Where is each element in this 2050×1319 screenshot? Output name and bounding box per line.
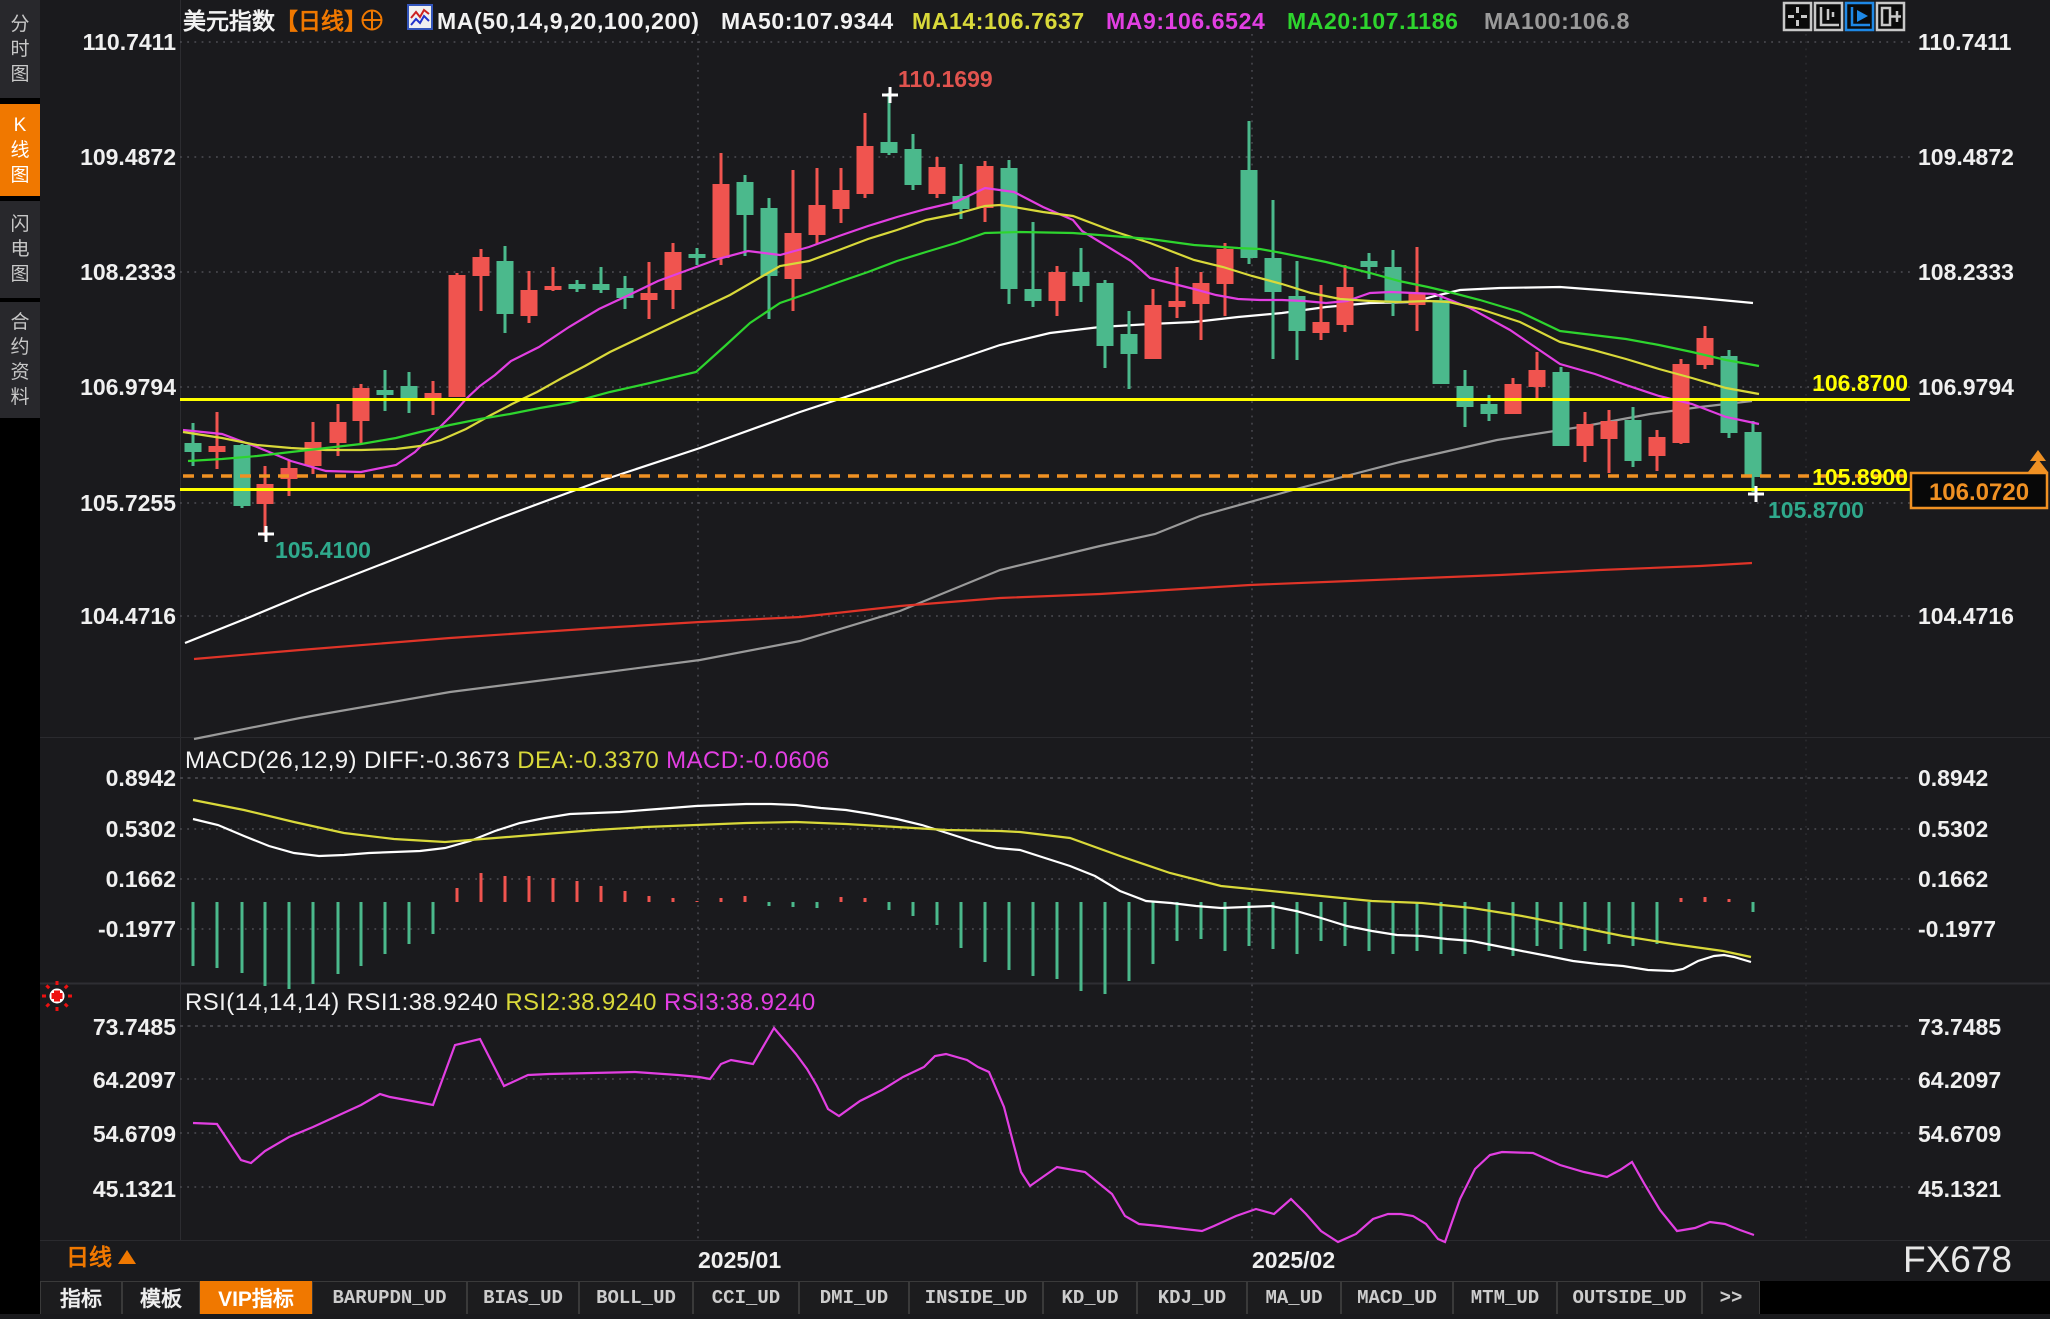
svg-text:106.9794: 106.9794 [80,374,176,400]
svg-text:日线: 日线 [66,1244,112,1270]
svg-text:109.4872: 109.4872 [1918,144,2014,170]
svg-text:54.6709: 54.6709 [93,1121,176,1147]
svg-text:64.2097: 64.2097 [1918,1067,2001,1093]
svg-text:MA14:106.7637: MA14:106.7637 [912,8,1085,34]
svg-text:104.4716: 104.4716 [80,603,176,629]
svg-text:0.8942: 0.8942 [106,765,176,791]
svg-text:104.4716: 104.4716 [1918,603,2014,629]
svg-text:45.1321: 45.1321 [93,1176,176,1202]
svg-text:0.5302: 0.5302 [106,816,176,842]
svg-text:2025/01: 2025/01 [698,1247,781,1273]
svg-text:0.1662: 0.1662 [1918,866,1988,892]
svg-text:105.8900: 105.8900 [1812,464,1908,490]
svg-text:45.1321: 45.1321 [1918,1176,2001,1202]
svg-text:73.7485: 73.7485 [93,1014,176,1040]
svg-text:54.6709: 54.6709 [1918,1121,2001,1147]
svg-text:110.7411: 110.7411 [83,29,177,55]
svg-text:RSI(14,14,14) RSI1:38.9240 RS: RSI(14,14,14) RSI1:38.9240 RSI2:38.9240 … [185,989,816,1016]
svg-text:110.1699: 110.1699 [898,66,993,92]
svg-text:FX678: FX678 [1903,1239,2012,1280]
svg-text:MA9:106.6524: MA9:106.6524 [1106,8,1265,34]
svg-text:105.8700: 105.8700 [1768,497,1864,523]
svg-text:-0.1977: -0.1977 [1918,916,1996,942]
svg-text:-0.1977: -0.1977 [98,916,176,942]
svg-text:MA100:106.8: MA100:106.8 [1484,8,1630,34]
svg-text:MA(50,14,9,20,100,200): MA(50,14,9,20,100,200) [437,8,700,34]
svg-text:108.2333: 108.2333 [80,259,176,285]
svg-text:106.8700: 106.8700 [1812,370,1908,396]
svg-text:105.4100: 105.4100 [275,537,371,563]
svg-text:0.8942: 0.8942 [1918,765,1988,791]
svg-text:0.1662: 0.1662 [106,866,176,892]
svg-text:109.4872: 109.4872 [80,144,176,170]
svg-text:110.7411: 110.7411 [1918,29,2012,55]
svg-text:64.2097: 64.2097 [93,1067,176,1093]
svg-text:105.7255: 105.7255 [80,490,176,516]
svg-text:MACD(26,12,9) DIFF:-0.3673 DE: MACD(26,12,9) DIFF:-0.3673 DEA:-0.3370 M… [185,747,830,774]
svg-text:106.0720: 106.0720 [1929,479,2029,506]
svg-text:MA20:107.1186: MA20:107.1186 [1287,8,1458,34]
svg-text:MA50:107.9344: MA50:107.9344 [721,8,894,34]
svg-text:73.7485: 73.7485 [1918,1014,2001,1040]
svg-text:2025/02: 2025/02 [1252,1247,1335,1273]
svg-text:美元指数【日线】: 美元指数【日线】 [183,8,367,34]
svg-text:108.2333: 108.2333 [1918,259,2014,285]
svg-text:0.5302: 0.5302 [1918,816,1988,842]
svg-text:106.9794: 106.9794 [1918,374,2014,400]
